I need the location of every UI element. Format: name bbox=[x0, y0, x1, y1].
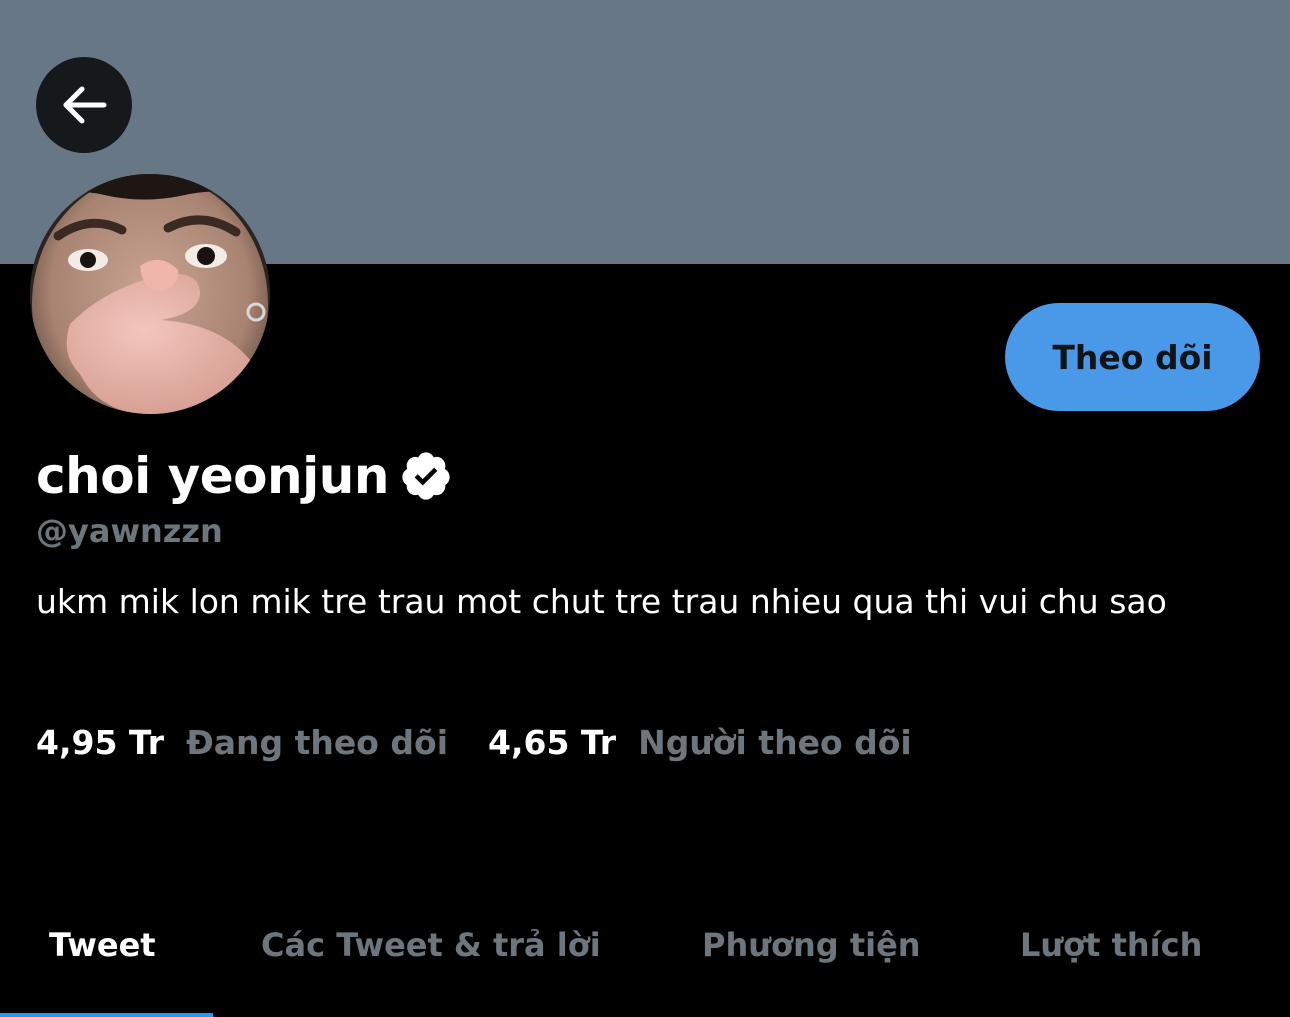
following-link[interactable]: 4,95 Tr Đang theo dõi bbox=[36, 723, 448, 762]
followers-count: 4,65 Tr bbox=[488, 722, 617, 762]
profile-page: Theo dõi choi yeonjun @yawnzzn ukm mik l… bbox=[0, 0, 1290, 1017]
handle: @yawnzzn bbox=[36, 512, 223, 550]
avatar[interactable] bbox=[30, 174, 270, 414]
display-name: choi yeonjun bbox=[36, 447, 389, 505]
arrow-left-icon bbox=[63, 86, 107, 124]
followers-label: Người theo dõi bbox=[638, 722, 912, 762]
following-label: Đang theo dõi bbox=[186, 722, 449, 762]
tab-tweets[interactable]: Tweet bbox=[49, 926, 156, 964]
following-count: 4,95 Tr bbox=[36, 722, 165, 762]
avatar-image bbox=[30, 174, 270, 414]
tab-media[interactable]: Phương tiện bbox=[702, 926, 921, 964]
active-tab-indicator bbox=[0, 1013, 213, 1017]
follow-button[interactable]: Theo dõi bbox=[1005, 303, 1260, 411]
stats-row: 4,95 Tr Đang theo dõi 4,65 Tr Người theo… bbox=[36, 720, 912, 764]
bio: ukm mik lon mik tre trau mot chut tre tr… bbox=[36, 582, 1167, 621]
tab-tweets-and-replies[interactable]: Các Tweet & trả lời bbox=[261, 926, 601, 964]
verified-badge-icon bbox=[402, 452, 450, 500]
tab-likes[interactable]: Lượt thích bbox=[1020, 926, 1202, 964]
name-row: choi yeonjun bbox=[36, 446, 453, 506]
back-button[interactable] bbox=[36, 57, 132, 153]
profile-tabs: Tweet Các Tweet & trả lời Phương tiện Lư… bbox=[0, 900, 1290, 1017]
followers-link[interactable]: 4,65 Tr Người theo dõi bbox=[488, 723, 912, 762]
